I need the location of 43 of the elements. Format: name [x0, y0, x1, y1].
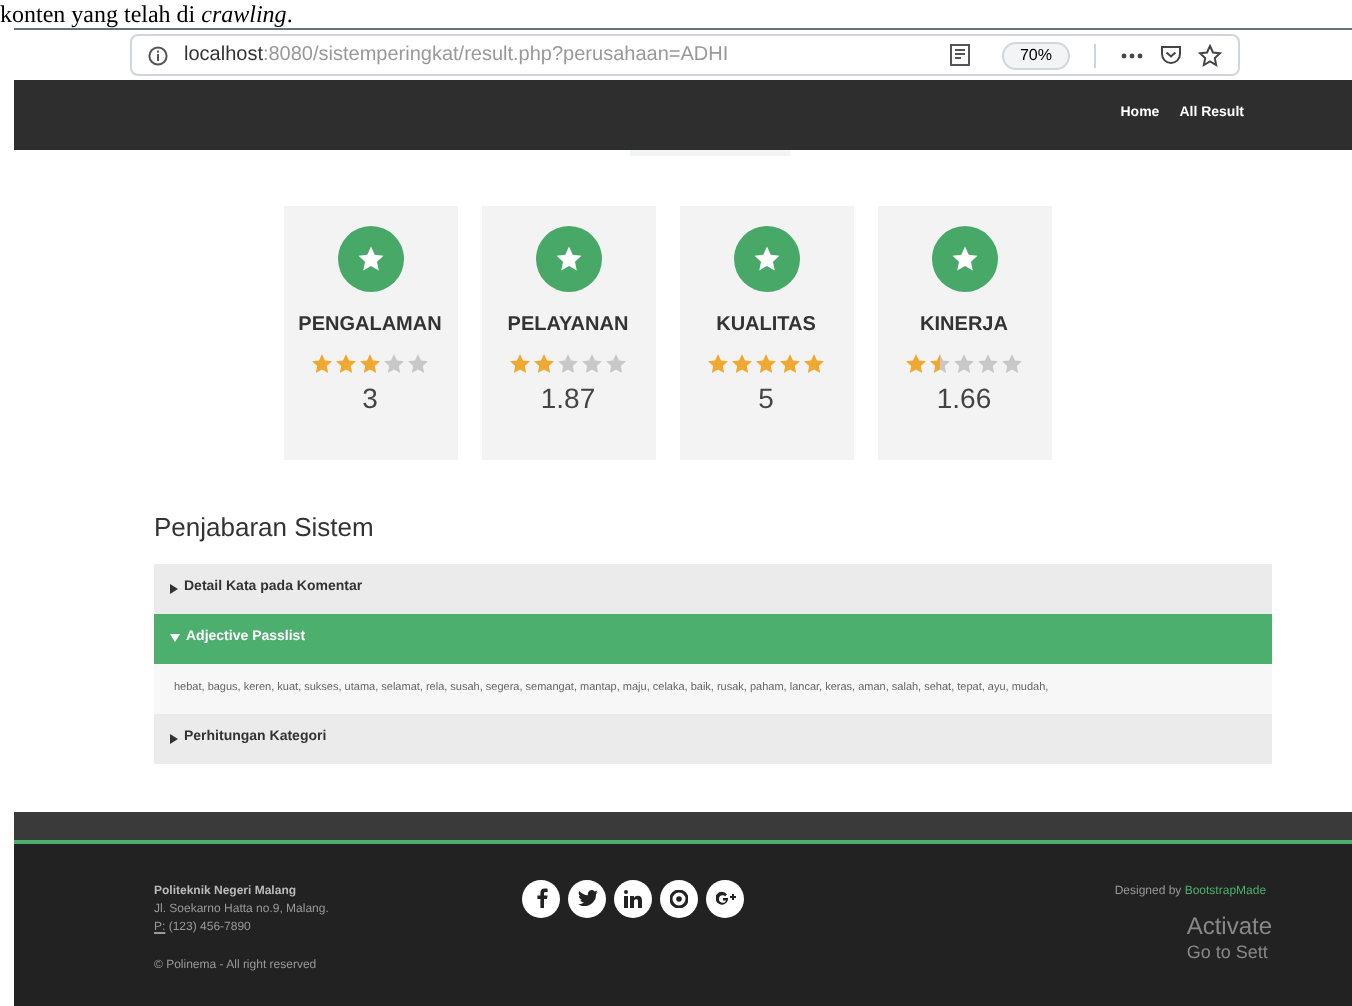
url-text: localhost:8080/sistemperingkat/result.php?perusahaan=ADHI: [184, 42, 729, 70]
activation-watermark-title: Activate: [1186, 911, 1272, 939]
filled-star-icon: [310, 352, 334, 376]
score-value: 5: [758, 380, 774, 418]
score-value: 1.87: [540, 380, 596, 418]
filled-star-icon: [706, 352, 730, 376]
score-title: KUALITAS: [716, 312, 816, 340]
star-badge-icon: [337, 226, 403, 292]
info-icon: [148, 45, 168, 65]
twitter-icon[interactable]: [568, 879, 607, 917]
star-badge-icon: [535, 226, 601, 292]
caret-icon: [170, 733, 178, 743]
score-value: 1.66: [936, 380, 992, 418]
filled-star-icon: [904, 352, 928, 376]
star-icon[interactable]: [1198, 43, 1222, 67]
more-icon[interactable]: [1120, 51, 1144, 59]
document-caption: konten yang telah di crawling.: [0, 1, 293, 27]
filled-star-icon: [358, 352, 382, 376]
linkedin-icon[interactable]: [614, 879, 653, 917]
filled-star-icon: [508, 352, 532, 376]
star-badge-icon: [733, 226, 799, 292]
pocket-icon[interactable]: [1160, 44, 1182, 66]
score-value: 3: [362, 380, 378, 418]
google-plus-icon[interactable]: [706, 879, 745, 917]
caret-icon: [170, 583, 178, 593]
score-title: KINERJA: [920, 312, 1008, 340]
filled-star-icon: [730, 352, 754, 376]
address-bar[interactable]: localhost:8080/sistemperingkat/result.php?perusahaan=ADHI 70%: [130, 34, 1240, 76]
filled-star-icon: [754, 352, 778, 376]
filled-star-icon: [928, 352, 952, 376]
filled-star-icon: [532, 352, 556, 376]
filled-star-icon: [778, 352, 802, 376]
filled-star-icon: [802, 352, 826, 376]
star-badge-icon: [931, 226, 997, 292]
zoom-level[interactable]: 70%: [1001, 41, 1070, 69]
score-title: PENGALAMAN: [298, 312, 442, 340]
score-title: PELAYANAN: [507, 312, 629, 340]
facebook-icon[interactable]: [522, 879, 561, 917]
caret-icon: [170, 634, 180, 642]
section-title: Penjabaran Sistem: [154, 510, 376, 546]
filled-star-icon: [334, 352, 358, 376]
activation-watermark-text: Go to Sett: [1186, 939, 1268, 965]
reader-view-icon[interactable]: [949, 44, 970, 66]
